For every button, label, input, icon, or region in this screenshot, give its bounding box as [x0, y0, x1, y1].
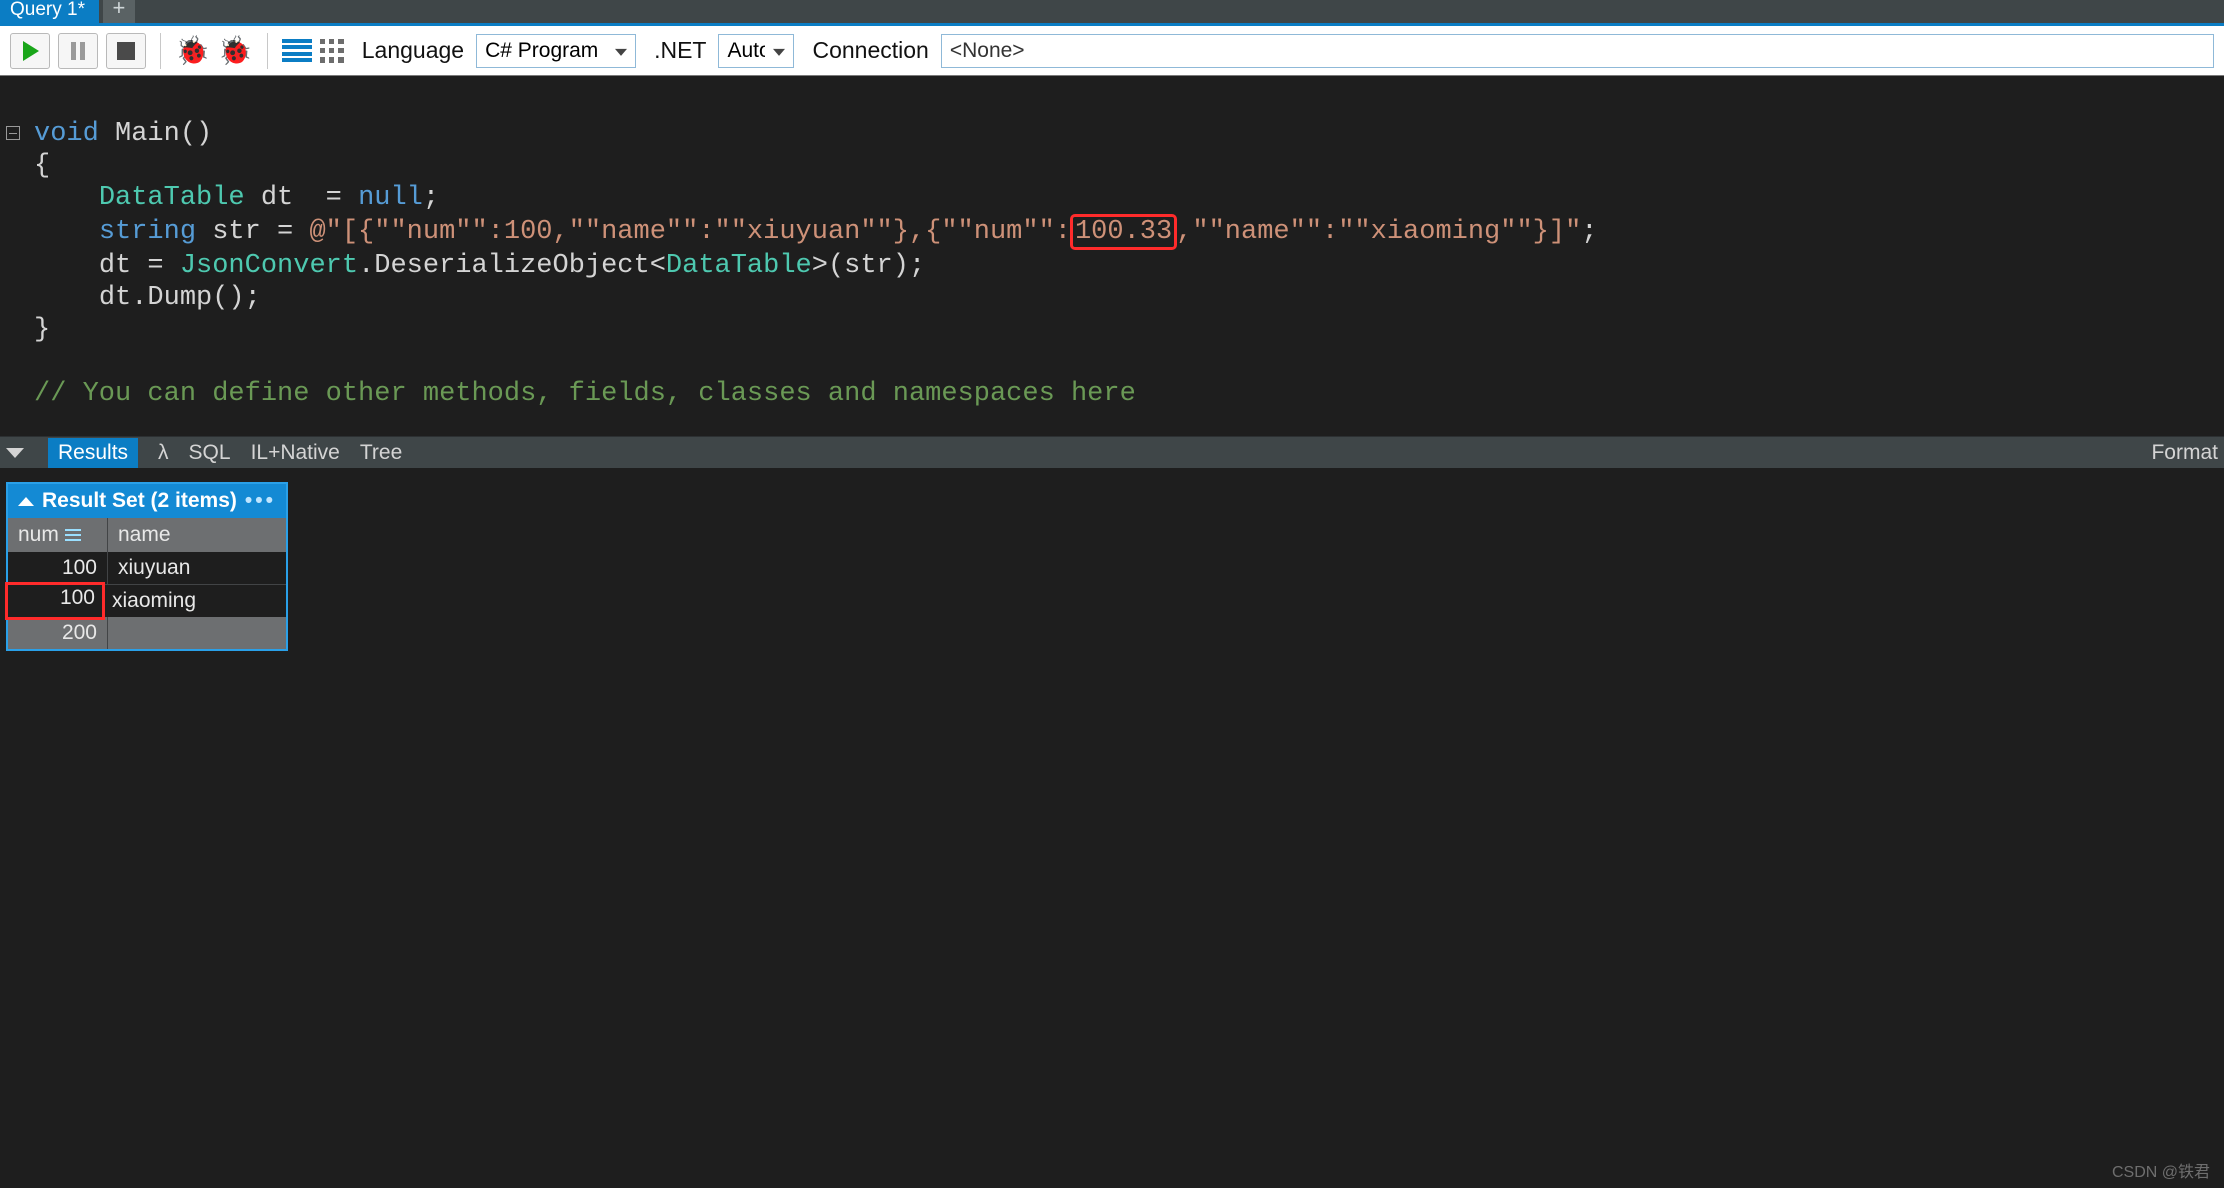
bug-icon-red[interactable]: 🐞: [175, 34, 210, 67]
query-tabbar: Query 1* +: [0, 0, 2224, 26]
code-text: .DeserializeObject<: [358, 251, 666, 281]
cell-num: 100: [8, 552, 108, 584]
code-text: dt =: [99, 251, 180, 281]
results-tab-lambda[interactable]: λ: [158, 438, 169, 468]
tabbar-spacer: [139, 0, 2224, 23]
code-type: DataTable: [666, 251, 812, 281]
grid-view-icon[interactable]: [320, 39, 344, 63]
stop-button[interactable]: [106, 33, 146, 69]
code-keyword: null: [358, 183, 423, 213]
results-tabstrip: Results λ SQL IL+Native Tree Format: [0, 436, 2224, 468]
colheader-num[interactable]: num: [8, 518, 108, 552]
code-text: Main(): [99, 119, 212, 149]
code-comment: // You can define other methods, fields,…: [34, 379, 1136, 409]
result-grid-header[interactable]: Result Set (2 items) •••: [8, 484, 286, 518]
stop-icon: [117, 42, 135, 60]
run-button[interactable]: [10, 33, 50, 69]
code-text: >(str);: [812, 251, 925, 281]
main-toolbar: 🐞 🐞 Language C# Program .NET Auto Connec…: [0, 26, 2224, 76]
filter-icon[interactable]: [65, 529, 81, 541]
pause-icon: [69, 42, 87, 60]
code-text: ;: [423, 183, 439, 213]
code-text: ;: [1581, 217, 1597, 247]
collapse-results-icon[interactable]: [6, 448, 24, 458]
results-format-button[interactable]: Format: [2151, 438, 2218, 468]
code-type: DataTable: [99, 183, 245, 213]
code-keyword: void: [34, 119, 99, 149]
code-editor[interactable]: void Main() { DataTable dt = null; strin…: [0, 76, 2224, 436]
code-type: JsonConvert: [180, 251, 358, 281]
cell-name: xiuyuan: [108, 552, 224, 584]
pause-button[interactable]: [58, 33, 98, 69]
language-label: Language: [362, 37, 464, 64]
results-tab-sql[interactable]: SQL: [189, 438, 231, 468]
footer-total: 200: [8, 617, 108, 649]
query-tab-active[interactable]: Query 1*: [0, 0, 99, 23]
result-grid-title: Result Set (2 items): [42, 489, 237, 513]
code-text: dt =: [245, 183, 358, 213]
code-text: {: [34, 151, 50, 181]
language-select[interactable]: C# Program: [476, 34, 636, 68]
list-view-icon[interactable]: [282, 39, 312, 63]
result-grid-colheaders: num name: [8, 518, 286, 552]
connection-select[interactable]: [941, 34, 2214, 68]
dotnet-label: .NET: [654, 37, 706, 64]
results-panel: Result Set (2 items) ••• num name 100 xi…: [0, 468, 2224, 1188]
colheader-name[interactable]: name: [108, 518, 224, 552]
toolbar-separator-1: [160, 33, 161, 69]
code-highlight: 100.33: [1070, 214, 1177, 250]
code-string: ,""name"":""xiaoming""}]": [1176, 217, 1581, 247]
result-grid: Result Set (2 items) ••• num name 100 xi…: [6, 482, 288, 651]
bug-icon-blue[interactable]: 🐞: [218, 34, 253, 67]
table-row[interactable]: 100 xiuyuan: [8, 552, 286, 584]
code-text: str =: [196, 217, 309, 247]
grid-menu-icon[interactable]: •••: [245, 489, 276, 513]
watermark: CSDN @铁君: [2112, 1158, 2210, 1182]
code-text: }: [34, 315, 50, 345]
dotnet-select[interactable]: Auto: [718, 34, 794, 68]
code-text: dt.Dump();: [99, 283, 261, 313]
cell-name: xiaoming: [102, 585, 218, 617]
results-tab-tree[interactable]: Tree: [360, 438, 402, 468]
new-query-tab[interactable]: +: [103, 0, 135, 23]
code-string: @"[{""num"":100,""name"":""xiuyuan""},{"…: [309, 217, 1071, 247]
code-keyword: string: [99, 217, 196, 247]
toolbar-separator-2: [267, 33, 268, 69]
cell-num-highlight: 100: [5, 582, 105, 620]
fold-icon[interactable]: [6, 126, 20, 140]
table-row[interactable]: 100 xiaoming: [8, 585, 286, 617]
result-grid-footer: 200: [8, 617, 286, 649]
expand-icon: [18, 497, 34, 506]
results-tab-results[interactable]: Results: [48, 438, 138, 468]
play-icon: [21, 41, 39, 61]
connection-label: Connection: [812, 37, 928, 64]
footer-empty: [108, 617, 224, 649]
results-tab-il[interactable]: IL+Native: [251, 438, 340, 468]
